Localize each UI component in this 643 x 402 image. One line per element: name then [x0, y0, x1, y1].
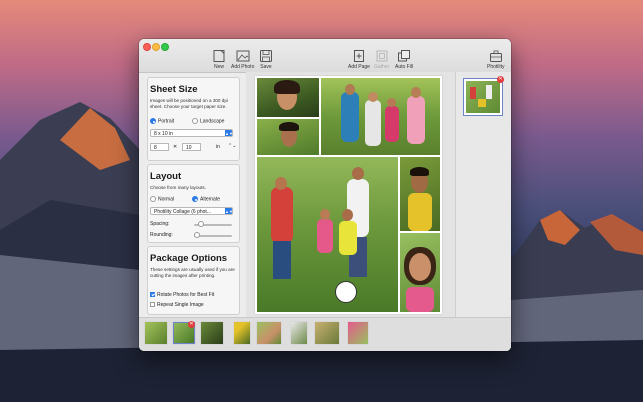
landscape-radio[interactable]: Landscape	[192, 118, 224, 124]
rotate-label: Rotate Photos for Best Fit	[157, 292, 215, 298]
photo-family[interactable]	[321, 78, 440, 155]
sheet-size-heading: Sheet Size	[150, 84, 198, 95]
add-page-icon	[353, 50, 364, 62]
thumbnail-family[interactable]	[145, 322, 167, 344]
rotate-checkbox-box	[150, 292, 155, 298]
remove-page-icon[interactable]: ✕	[497, 76, 504, 83]
thumbnail-kids-group[interactable]	[257, 322, 281, 344]
new-button[interactable]: New	[212, 49, 226, 70]
times-symbol: ✕	[173, 144, 178, 150]
repeat-checkbox[interactable]: Repeat Single Image	[150, 302, 204, 308]
photo-boy-yellow[interactable]	[400, 157, 440, 231]
new-button-label: New	[213, 64, 224, 70]
photo-girl-smile[interactable]	[400, 233, 440, 312]
app-window: New Add Photo Save Add Page Gather Auto …	[139, 39, 511, 351]
zoom-window-button[interactable]	[161, 43, 169, 51]
add-page-label: Add Page	[348, 64, 370, 70]
normal-radio[interactable]: Normal	[150, 196, 174, 202]
width-field[interactable]: 8	[150, 143, 169, 151]
spacing-label: Spacing:	[150, 221, 170, 227]
close-window-button[interactable]	[143, 43, 151, 51]
photo-strip: ✕	[139, 317, 511, 351]
unit-stepper-icon[interactable]: ⌃⌄	[228, 143, 236, 149]
thumbnail-boy-standing[interactable]	[291, 322, 307, 344]
thumbnail-girl-portrait[interactable]	[201, 322, 223, 344]
normal-label: Normal	[158, 196, 175, 203]
add-photo-label: Add Photo	[231, 64, 255, 70]
auto-fill-icon	[398, 50, 411, 62]
package-options-heading: Package Options	[150, 253, 228, 264]
photility-button[interactable]: Photility	[487, 49, 505, 70]
auto-fill-label: Auto Fill	[395, 64, 414, 70]
alternate-label: Alternate	[200, 196, 221, 203]
thumbnail-landscape[interactable]	[315, 322, 339, 344]
auto-fill-button[interactable]: Auto Fill	[395, 49, 413, 70]
select-arrows-icon: ▲▼	[225, 208, 233, 214]
sheet-size-panel: Sheet Size Images will be positioned on …	[147, 77, 240, 161]
rotate-checkbox[interactable]: Rotate Photos for Best Fit	[150, 292, 214, 298]
save-icon	[260, 50, 272, 62]
portrait-radio-dot	[150, 118, 156, 124]
thumbnail-boy-yellow[interactable]	[234, 322, 250, 344]
toolbar: New Add Photo Save Add Page Gather Auto …	[139, 39, 511, 73]
collage-sheet[interactable]	[255, 76, 442, 314]
sheet-size-description: Images will be positioned on a 300 dpi s…	[150, 98, 228, 109]
page-thumbnail[interactable]	[463, 78, 503, 116]
save-button[interactable]: Save	[259, 49, 273, 70]
save-button-label: Save	[260, 64, 272, 70]
layout-heading: Layout	[150, 171, 182, 182]
photo-soccer-family[interactable]	[257, 157, 398, 312]
rounding-slider-knob[interactable]	[194, 232, 200, 238]
spacing-slider-knob[interactable]	[197, 221, 204, 227]
alternate-radio-dot	[192, 196, 198, 202]
gather-button[interactable]: Gather	[374, 49, 389, 70]
minimize-window-button[interactable]	[152, 43, 160, 51]
landscape-label: Landscape	[200, 118, 225, 125]
repeat-checkbox-box	[150, 302, 155, 308]
photo-girl-portrait[interactable]	[257, 78, 319, 117]
new-page-icon	[213, 50, 225, 62]
package-options-panel: Package Options These settings are usual…	[147, 246, 240, 315]
rounding-label: Rounding:	[150, 232, 173, 238]
add-page-button[interactable]: Add Page	[348, 49, 370, 70]
remove-photo-icon[interactable]: ✕	[188, 321, 195, 328]
add-photo-button[interactable]: Add Photo	[231, 49, 254, 70]
landscape-radio-dot	[192, 118, 198, 124]
layout-panel: Layout Choose from many layouts. Normal …	[147, 164, 240, 243]
normal-radio-dot	[150, 196, 156, 202]
repeat-label: Repeat Single Image	[157, 302, 204, 308]
height-field[interactable]: 10	[182, 143, 201, 151]
unit-label: in	[216, 144, 220, 150]
layout-description: Choose from many layouts.	[150, 185, 206, 190]
photo-icon	[236, 50, 250, 62]
layout-select[interactable]: Photility Collage (6 phot... ▲▼	[150, 207, 233, 215]
thumbnail-girl-smile[interactable]	[348, 322, 368, 344]
gather-icon	[376, 50, 388, 62]
gather-label: Gather	[374, 64, 390, 70]
alternate-radio[interactable]: Alternate	[192, 196, 220, 202]
layout-select-value: Photility Collage (6 phot...	[154, 209, 211, 215]
canvas-area	[246, 72, 455, 351]
package-options-description: These settings are usually used if you a…	[150, 267, 235, 278]
photo-boy-smile[interactable]	[257, 119, 319, 155]
portrait-label: Portrait	[158, 118, 175, 125]
paper-size-value: 8 x 10 in	[154, 131, 173, 137]
select-arrows-icon: ▲▼	[225, 130, 233, 136]
portrait-radio[interactable]: Portrait	[150, 118, 174, 124]
paper-size-select[interactable]: 8 x 10 in ▲▼	[150, 129, 233, 137]
briefcase-icon	[489, 50, 502, 62]
pages-sidebar: ✕	[455, 72, 511, 351]
photility-label: Photility	[487, 64, 505, 70]
